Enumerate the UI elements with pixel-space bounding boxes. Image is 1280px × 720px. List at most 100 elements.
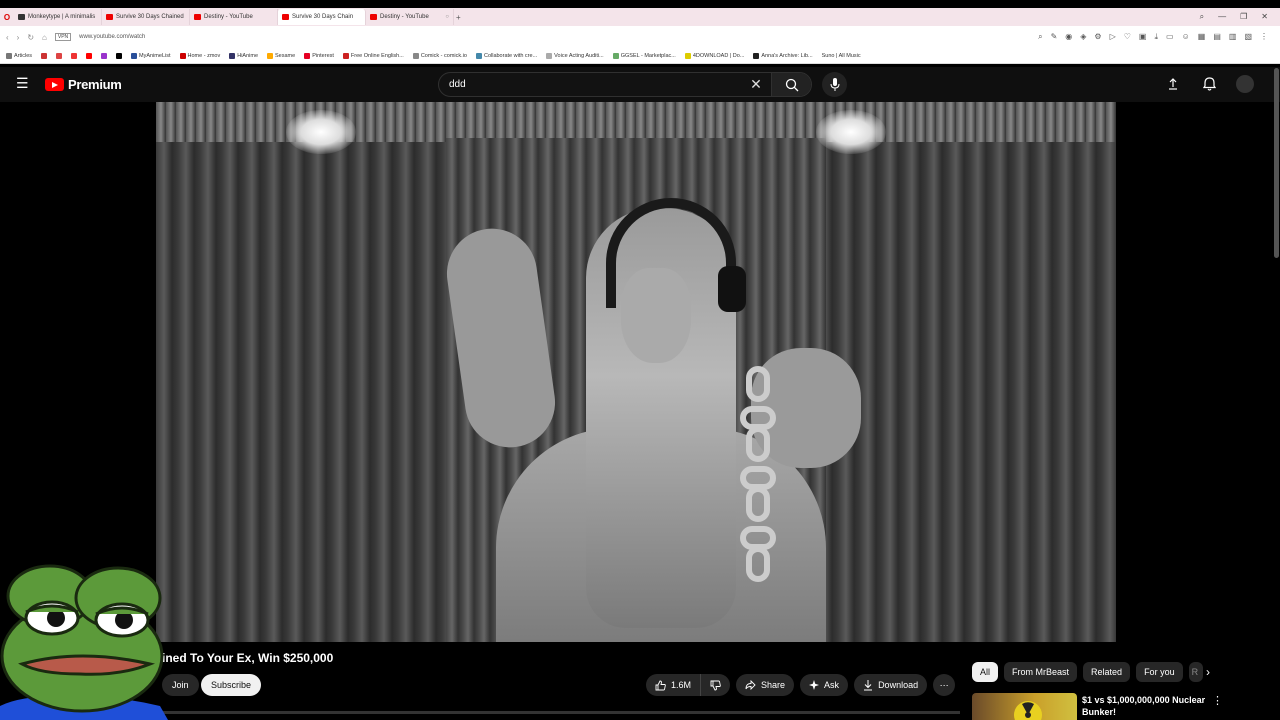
bookmark-item[interactable]: Home - zmov (179, 52, 220, 59)
bookmark-item[interactable]: Collaborate with cre... (475, 52, 537, 59)
forward-icon[interactable]: › (17, 33, 20, 42)
video-player[interactable] (156, 102, 1116, 642)
download-button[interactable]: Download (854, 674, 928, 696)
account-avatar[interactable] (1236, 75, 1254, 93)
search-tabs-icon[interactable]: ⌕ (1200, 12, 1204, 22)
close-window-icon[interactable]: ✕ (1261, 12, 1268, 22)
bookmark-item[interactable]: Sesame (267, 52, 295, 59)
address-bar: ‹ › ↻ ⌂ VPN www.youtube.com/watch ⌕ ✎ ◉ … (0, 26, 1280, 48)
subscribe-button[interactable]: Subscribe (201, 674, 262, 696)
minimize-icon[interactable]: — (1218, 12, 1226, 22)
page-scrollbar[interactable] (1274, 68, 1279, 258)
bookmark-item[interactable]: MyAnimeList (131, 52, 171, 59)
bookmark-item[interactable] (86, 52, 93, 59)
bookmark-item[interactable]: Suno | All Music (822, 53, 861, 59)
bookmark-item[interactable]: Comick - comick.io (412, 52, 467, 59)
cube-icon[interactable]: ▣ (1139, 32, 1147, 42)
opera-logo-icon[interactable]: O (0, 13, 14, 22)
bookmark-item[interactable] (116, 52, 123, 59)
extension-icon[interactable]: ▤ (1213, 32, 1221, 42)
bookmark-item[interactable]: 4DOWNLOAD | Do... (684, 52, 744, 59)
voice-search-button[interactable] (822, 72, 847, 97)
chip-for-you[interactable]: For you (1136, 662, 1183, 682)
search-input[interactable] (439, 73, 741, 96)
thumbs-down-icon (710, 680, 721, 690)
recommendation-title[interactable]: $1 vs $1,000,000,000 Nuclear Bunker! (1082, 694, 1207, 718)
reload-icon[interactable]: ↻ (27, 33, 34, 42)
chip-related[interactable]: Related (1083, 662, 1131, 682)
tab-favicon-icon (194, 14, 201, 20)
youtube-header: ☰ Premium ✕ (0, 67, 1280, 102)
restore-icon[interactable]: ❐ (1240, 12, 1247, 22)
more-vertical-icon[interactable]: ⋮ (1212, 694, 1223, 707)
chevron-right-icon[interactable]: › (1200, 662, 1216, 682)
settings-icon[interactable]: ⚙ (1094, 32, 1101, 42)
browser-menu-icon[interactable]: ⋮ (1260, 32, 1268, 42)
bookmark-icon (229, 52, 236, 59)
browser-tab-active[interactable]: Survive 30 Days Chain (278, 9, 366, 25)
extension-icon[interactable]: ▦ (1198, 32, 1206, 42)
like-count: 1.6M (671, 680, 692, 690)
zoom-icon[interactable]: ⌕ (1038, 32, 1042, 42)
notifications-button[interactable] (1200, 75, 1218, 93)
youtube-play-icon (45, 78, 64, 91)
heart-icon[interactable]: ♡ (1124, 32, 1131, 42)
play-icon[interactable]: ▷ (1110, 32, 1116, 42)
browser-tab[interactable]: Destiny - YouTube ○ (366, 9, 454, 25)
bookmark-item[interactable] (41, 52, 48, 59)
browser-tab[interactable]: Survive 30 Days Chained (102, 9, 190, 25)
bookmark-item[interactable]: HiAnime (229, 52, 258, 59)
video-actions: 1.6M Share Ask Download ⋯ (646, 674, 956, 696)
browser-tab[interactable]: Monkeytype | A minimalis (14, 9, 102, 25)
chip-from-mrbeast[interactable]: From MrBeast (1004, 662, 1078, 682)
bookmark-item[interactable] (101, 52, 108, 59)
horizontal-scrollbar[interactable] (160, 711, 960, 714)
close-tab-icon[interactable]: ○ (445, 14, 449, 20)
dislike-button[interactable] (700, 674, 730, 696)
bookmark-item[interactable]: Pinterest (304, 52, 334, 59)
youtube-premium-logo[interactable]: Premium (45, 77, 122, 92)
bookmark-icon (412, 52, 419, 59)
hamburger-menu-icon[interactable]: ☰ (16, 76, 30, 90)
bookmark-item[interactable]: Free Online English... (342, 52, 404, 59)
extension-icon[interactable]: ▧ (1244, 32, 1252, 42)
search-button[interactable] (771, 73, 811, 96)
browser-tab[interactable]: Destiny - YouTube (190, 9, 278, 25)
chip-all[interactable]: All (972, 662, 999, 682)
like-button[interactable]: 1.6M (646, 674, 700, 696)
upload-button[interactable] (1164, 75, 1182, 93)
vpn-badge[interactable]: VPN (54, 33, 72, 41)
ask-button[interactable]: Ask (800, 674, 849, 696)
ceiling-light (816, 110, 886, 154)
clear-search-icon[interactable]: ✕ (741, 76, 771, 93)
video-subject (441, 198, 876, 642)
bookmark-item[interactable]: Voice Acting Auditi... (546, 52, 604, 59)
bookmark-icon (131, 52, 138, 59)
bookmark-item[interactable]: GGSEL - Marketplac... (612, 52, 676, 59)
wallet-icon[interactable]: ▭ (1166, 32, 1174, 42)
more-actions-button[interactable]: ⋯ (933, 674, 956, 696)
share-button[interactable]: Share (736, 674, 795, 696)
bookmark-item[interactable]: Anna's Archive: Lib... (753, 52, 813, 59)
video-title: ined To Your Ex, Win $250,000 (162, 651, 334, 665)
tab-favicon-icon (370, 14, 377, 20)
back-icon[interactable]: ‹ (6, 33, 9, 42)
new-tab-button[interactable]: + (456, 13, 461, 22)
bookmark-item[interactable] (56, 52, 63, 59)
recommendation-thumbnail[interactable] (972, 693, 1077, 720)
bookmark-icon (86, 52, 93, 59)
search-icon (785, 78, 798, 91)
edit-icon[interactable]: ✎ (1051, 32, 1058, 42)
bookmark-item[interactable] (71, 52, 78, 59)
camera-icon[interactable]: ◉ (1065, 32, 1072, 42)
extension-icon[interactable]: ▥ (1229, 32, 1237, 42)
home-icon[interactable]: ⌂ (42, 33, 47, 42)
url-field[interactable]: www.youtube.com/watch (79, 34, 145, 40)
shield-icon[interactable]: ◈ (1080, 32, 1086, 42)
download-icon[interactable]: ⤓ (1154, 32, 1158, 42)
download-icon (864, 679, 873, 690)
profile-icon[interactable]: ☺ (1182, 32, 1190, 42)
bookmark-icon (342, 52, 349, 59)
bookmark-icon (753, 52, 760, 59)
bookmark-item[interactable]: Articles (6, 52, 32, 59)
